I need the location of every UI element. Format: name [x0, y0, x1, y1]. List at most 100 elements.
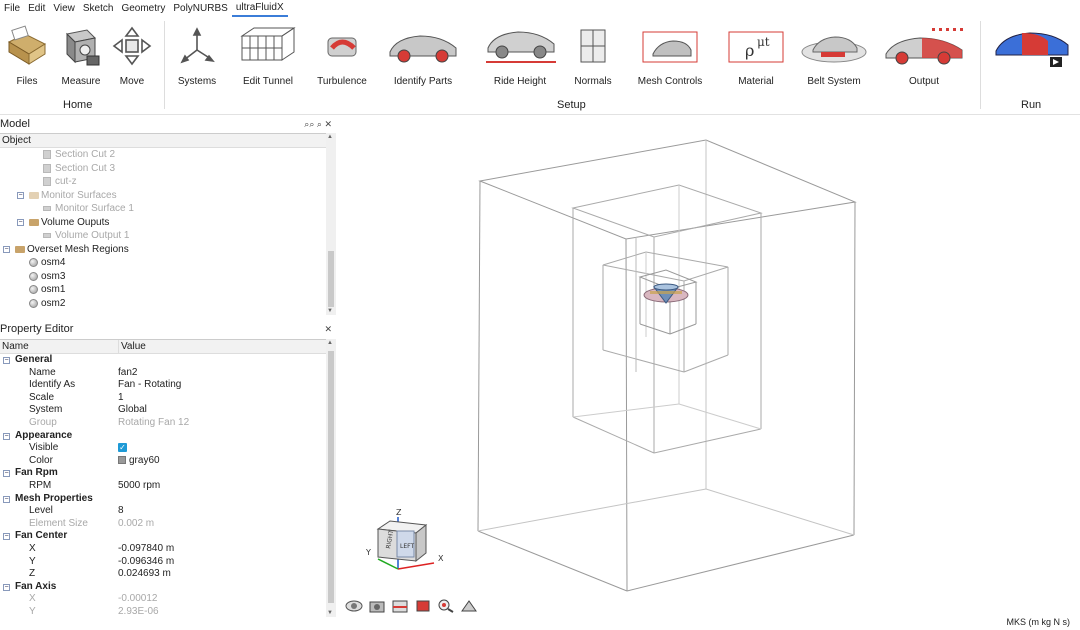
- collapse-icon[interactable]: −: [3, 495, 10, 503]
- axes-icon: [177, 21, 217, 71]
- normals-button[interactable]: Normals: [572, 21, 614, 87]
- collapse-icon[interactable]: −: [3, 432, 10, 440]
- tree-item[interactable]: osm3: [0, 270, 326, 284]
- menu-ultrafluidx[interactable]: ultraFluidX: [231, 0, 288, 17]
- collapse-icon[interactable]: −: [3, 357, 10, 364]
- prop-row-level[interactable]: Level 8: [0, 505, 326, 518]
- property-editor-scrollbar[interactable]: ▲ ▼: [326, 339, 336, 617]
- section-fan-rpm[interactable]: − Fan Rpm: [0, 467, 326, 480]
- visible-checkbox[interactable]: ✓: [118, 443, 127, 453]
- property-table-header: Name Value: [0, 340, 326, 354]
- material-icon: ρ μt: [725, 21, 787, 71]
- folder-icon: [5, 21, 49, 71]
- close-icon[interactable]: ✕: [324, 322, 332, 337]
- object-column-header[interactable]: Object: [0, 134, 326, 148]
- menu-geometry[interactable]: Geometry: [117, 0, 169, 17]
- move-button[interactable]: Move: [110, 21, 154, 87]
- view-camera-button[interactable]: [367, 598, 387, 614]
- files-button[interactable]: Files: [4, 21, 50, 87]
- prop-row-rpm[interactable]: RPM 5000 rpm: [0, 480, 326, 493]
- run-button[interactable]: [992, 21, 1072, 71]
- view-display-button[interactable]: [413, 598, 433, 614]
- tree-item[interactable]: osm4: [0, 256, 326, 270]
- tree-item[interactable]: Section Cut 3: [0, 162, 326, 176]
- measure-button[interactable]: Measure: [58, 21, 104, 87]
- view-zoom-button[interactable]: [436, 598, 456, 614]
- view-orbit-button[interactable]: [344, 598, 364, 614]
- mesh-controls-button[interactable]: Mesh Controls: [636, 21, 704, 87]
- scroll-up-icon[interactable]: ▲: [327, 134, 333, 140]
- menu-view[interactable]: View: [49, 0, 79, 17]
- section-mesh-properties[interactable]: − Mesh Properties: [0, 493, 326, 506]
- close-icon[interactable]: ✕: [324, 119, 332, 129]
- tree-item[interactable]: cut-z: [0, 175, 326, 189]
- collapse-icon[interactable]: −: [3, 583, 10, 591]
- color-swatch[interactable]: [118, 455, 126, 464]
- prop-row-identify-as[interactable]: Identify As Fan - Rotating: [0, 379, 326, 392]
- display-icon: [416, 600, 430, 612]
- tree-item[interactable]: − Monitor Surfaces: [0, 189, 326, 203]
- 3d-viewport[interactable]: RIGHT LEFT Z X Y MKS (m kg N s): [336, 117, 1080, 627]
- units-label[interactable]: MKS (m kg N s): [1006, 617, 1070, 627]
- prop-row-name[interactable]: Name fan2: [0, 367, 326, 380]
- section-cut-icon: [43, 163, 51, 173]
- identify-parts-button[interactable]: Identify Parts: [386, 21, 460, 87]
- systems-button[interactable]: Systems: [176, 21, 218, 87]
- tree-item[interactable]: − Overset Mesh Regions: [0, 243, 326, 257]
- axis-y-label: Y: [366, 548, 371, 557]
- output-button[interactable]: Output: [882, 21, 966, 87]
- view-section-button[interactable]: [390, 598, 410, 614]
- prop-row-scale[interactable]: Scale 1: [0, 392, 326, 405]
- turbulence-icon: [322, 21, 362, 71]
- menu-file[interactable]: File: [0, 0, 24, 17]
- color-value[interactable]: gray60: [129, 455, 160, 466]
- value-column-header[interactable]: Value: [118, 340, 146, 354]
- model-panel-title: Model: [0, 118, 30, 130]
- view-cube[interactable]: RIGHT LEFT Z X Y: [365, 507, 466, 577]
- binoculars-icon[interactable]: ⌕⌕: [304, 119, 314, 129]
- prop-row-center-x[interactable]: X -0.097840 m: [0, 543, 326, 556]
- scroll-down-icon[interactable]: ▼: [327, 610, 333, 616]
- collapse-icon[interactable]: −: [3, 470, 10, 478]
- tree-item[interactable]: osm1: [0, 283, 326, 297]
- tree-item[interactable]: Monitor Surface 1: [0, 202, 326, 216]
- scroll-up-icon[interactable]: ▲: [327, 340, 333, 346]
- search-icon[interactable]: ⌕: [317, 119, 322, 129]
- collapse-icon[interactable]: −: [3, 245, 10, 253]
- folder-icon: [29, 191, 39, 199]
- name-column-header[interactable]: Name: [2, 341, 29, 352]
- prop-row-center-y[interactable]: Y -0.096346 m: [0, 556, 326, 569]
- prop-row-center-z[interactable]: Z 0.024693 m: [0, 568, 326, 581]
- tree-item[interactable]: Volume Output 1: [0, 229, 326, 243]
- prop-row-visible[interactable]: Visible ✓: [0, 442, 326, 455]
- tree-item[interactable]: − Volume Ouputs: [0, 216, 326, 230]
- scroll-thumb[interactable]: [328, 251, 334, 307]
- panel-tools: ⌕⌕ ⌕ ✕: [304, 117, 332, 132]
- material-button[interactable]: ρ μt Material: [724, 21, 788, 87]
- tree-item[interactable]: osm2: [0, 297, 326, 311]
- fan-model[interactable]: [643, 283, 689, 304]
- collapse-icon[interactable]: −: [3, 533, 10, 541]
- scroll-down-icon[interactable]: ▼: [327, 308, 333, 314]
- scroll-thumb[interactable]: [328, 351, 334, 603]
- car-parts-icon: [386, 21, 460, 71]
- prop-row-color[interactable]: Color gray60: [0, 455, 326, 468]
- prop-row-system[interactable]: System Global: [0, 404, 326, 417]
- section-fan-axis[interactable]: − Fan Axis: [0, 581, 326, 594]
- section-fan-center[interactable]: − Fan Center: [0, 530, 326, 543]
- view-settings-button[interactable]: [459, 598, 479, 614]
- ride-height-icon: [482, 21, 558, 71]
- ride-height-button[interactable]: Ride Height: [482, 21, 558, 87]
- menu-sketch[interactable]: Sketch: [79, 0, 118, 17]
- section-appearance[interactable]: − Appearance: [0, 430, 326, 443]
- belt-system-button[interactable]: Belt System: [800, 21, 868, 87]
- edit-tunnel-button[interactable]: Edit Tunnel: [240, 21, 296, 87]
- collapse-icon[interactable]: −: [17, 218, 24, 226]
- menu-edit[interactable]: Edit: [24, 0, 49, 17]
- model-tree-scrollbar[interactable]: ▲ ▼: [326, 133, 336, 315]
- collapse-icon[interactable]: −: [17, 191, 24, 199]
- section-general[interactable]: − General: [0, 354, 326, 367]
- menu-polynurbs[interactable]: PolyNURBS: [169, 0, 231, 17]
- tree-item[interactable]: Section Cut 2: [0, 148, 326, 162]
- turbulence-button[interactable]: Turbulence: [317, 21, 367, 87]
